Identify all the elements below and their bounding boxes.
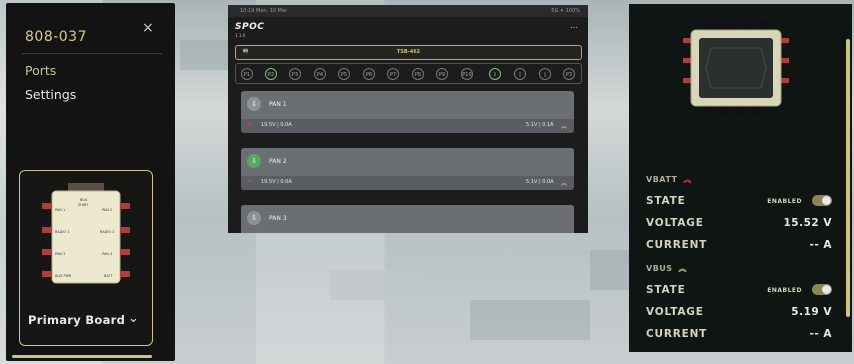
app-version: 1.1.0	[235, 33, 246, 38]
usb-icon: ⇩	[247, 154, 261, 168]
vbatt-toggle[interactable]	[812, 195, 832, 206]
port-card-input: 19.5V | 0.0A	[261, 179, 292, 185]
board-selector-card[interactable]: BUS SHIRT PAN 1 PAN 2 RADIO 1 RADIO 2 PA…	[19, 170, 153, 346]
board-label-pan2: PAN 2	[102, 208, 112, 212]
usb-icon: ⇩	[247, 97, 261, 111]
board-label-pan4: PAN 4	[102, 252, 113, 256]
board-label-shirt: SHIRT	[78, 203, 89, 207]
app-logo: SPOC	[235, 22, 265, 32]
port-card-input: 19.5V | 0.0A	[261, 122, 292, 128]
app-screenshot: 10:19 Mon, 10 Mar 5G ✦ 100% SPOC 1.1.0 ⋯…	[228, 5, 588, 233]
port-card-name: PAN 1	[269, 101, 287, 108]
port-tab[interactable]: P3	[289, 68, 301, 80]
battery-port-icon[interactable]: ▯	[514, 68, 526, 80]
state-label: STATE	[646, 195, 686, 207]
port-card-output: 5.1V | 0.1A	[526, 122, 554, 128]
state-value: ENABLED	[767, 198, 802, 205]
board-label-pan3: PAN 3	[55, 252, 65, 256]
usb-port-icon[interactable]: ⇩	[489, 68, 501, 80]
vbatt-section-title: VBATT ︽	[646, 175, 692, 184]
accent-bar	[12, 355, 152, 358]
divider	[22, 53, 162, 54]
port-tab-active[interactable]: P2	[265, 68, 277, 80]
current-label: CURRENT	[646, 328, 708, 340]
port-tab[interactable]: P7	[387, 68, 399, 80]
port-tab[interactable]: P4	[314, 68, 326, 80]
port-tab[interactable]: P3	[563, 68, 575, 80]
double-chevron-up-icon: ︽	[683, 175, 692, 184]
board-name: Primary Board	[28, 313, 126, 327]
device-title: 808-037	[25, 29, 87, 45]
current-value: -- A	[809, 239, 832, 251]
port-tab-bar: P1 P2 P3 P4 P5 P6 P7 P8 P9 P10 ⇩ ▯ ▯ P3	[235, 63, 582, 84]
status-time: 10:19 Mon, 10 Mar	[240, 8, 288, 14]
chevron-down-icon[interactable]: ⌄	[128, 311, 139, 326]
port-card[interactable]: ⇩ PAN 1 ✕ 19.5V | 0.0A 5.1V | 0.1A ︽	[241, 91, 574, 133]
power-status-panel: VBATT ︽ STATE ENABLED VOLTAGE 15.52 V CUR…	[629, 4, 852, 352]
voltage-label: VOLTAGE	[646, 306, 704, 318]
board-label-radio1: RADIO 1	[55, 230, 70, 234]
board-label-bus: BUS	[80, 198, 88, 202]
double-chevron-up-icon: ︽	[678, 264, 688, 273]
voltage-value: 15.52 V	[783, 217, 832, 229]
board-diagram-icon	[683, 20, 789, 116]
port-card-output: 5.1V | 0.0A	[526, 179, 554, 185]
state-label: STATE	[646, 284, 686, 296]
port-tab[interactable]: P9	[436, 68, 448, 80]
double-chevron-up-icon: ︽	[561, 123, 568, 130]
nav-item-settings[interactable]: Settings	[25, 87, 76, 102]
close-icon[interactable]: ×	[142, 20, 154, 36]
alert-x-icon: ✕	[247, 121, 253, 128]
scrollbar[interactable]	[846, 39, 850, 317]
port-tab[interactable]: P10	[461, 68, 473, 80]
usb-icon: ⇩	[247, 211, 261, 225]
battery-port-icon[interactable]: ▯	[539, 68, 551, 80]
port-tab[interactable]: P6	[363, 68, 375, 80]
status-bar: 10:19 Mon, 10 Mar 5G ✦ 100%	[228, 5, 588, 17]
port-tab[interactable]: P8	[412, 68, 424, 80]
device-selector[interactable]: ≡ TSB-462	[235, 45, 582, 60]
nav-item-ports[interactable]: Ports	[25, 63, 56, 78]
vbus-toggle[interactable]	[812, 284, 832, 295]
state-value: ENABLED	[767, 287, 802, 294]
more-menu-icon[interactable]: ⋯	[570, 23, 578, 32]
board-label-aux: AUX PWR	[55, 274, 72, 278]
port-tab[interactable]: P5	[338, 68, 350, 80]
port-card-name: PAN 2	[269, 158, 287, 165]
current-value: -- A	[809, 328, 832, 340]
status-indicators: 5G ✦ 100%	[551, 8, 580, 14]
port-card[interactable]: ⇩ PAN 2 ✕ 19.5V | 0.0A 5.1V | 0.0A ︽	[241, 148, 574, 190]
device-drawer: 808-037 × Ports Settings BUS SHIRT PAN 1…	[6, 3, 175, 361]
board-label-batt: BATT	[104, 274, 114, 278]
port-tab[interactable]: P1	[241, 68, 253, 80]
port-card-name: PAN 3	[269, 215, 287, 222]
board-diagram-icon: BUS SHIRT PAN 1 PAN 2 RADIO 1 RADIO 2 PA…	[42, 183, 130, 284]
device-name: TSB-462	[396, 49, 421, 55]
board-label-radio2: RADIO 2	[100, 230, 115, 234]
voltage-value: 5.19 V	[791, 306, 832, 318]
alert-x-icon: ✕	[247, 178, 253, 185]
vbus-section-title: VBUS ︽	[646, 264, 688, 273]
port-card[interactable]: ⇩ PAN 3	[241, 205, 574, 233]
current-label: CURRENT	[646, 239, 708, 251]
voltage-label: VOLTAGE	[646, 217, 704, 229]
board-label-pan1: PAN 1	[55, 208, 65, 212]
double-chevron-up-icon: ︽	[561, 180, 568, 187]
